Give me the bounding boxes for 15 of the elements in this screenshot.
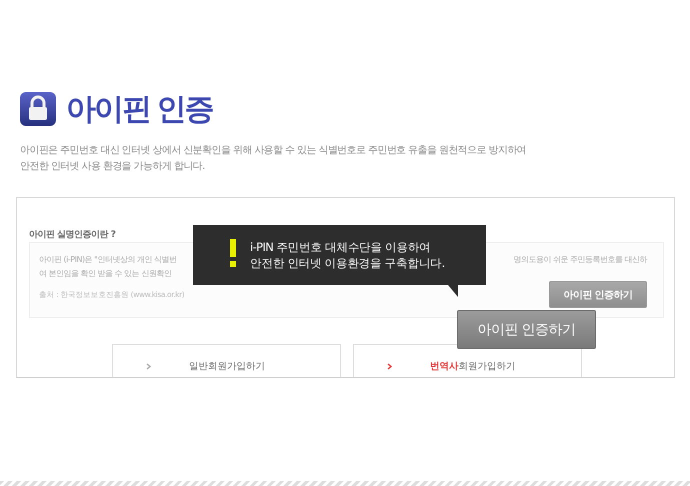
join-link[interactable]: 일반회원가입하기 [189, 360, 265, 372]
description-text: 안전한 인터넷 사용 환경을 가능하게 합니다. [20, 160, 206, 174]
ipin-auth-button[interactable]: 아이핀 인증하기 [457, 310, 596, 349]
info-text: 명의도용이 쉬운 주민등록번호를 대신하 [513, 254, 647, 266]
section-heading: 아이핀 실명인증이란 ? [29, 229, 116, 242]
join-card[interactable]: 일반회원가입하기 [112, 344, 341, 377]
description-text: 아이핀은 주민번호 대신 인터넷 상에서 신분확인을 위해 사용할 수 있는 식별번호로 주민번호 유출을 원천적으로 방지하여 [20, 144, 528, 158]
tooltip-text: i-PIN 주민번호 대체수단을 이용하여 [250, 239, 432, 255]
lock-icon [20, 92, 56, 126]
tooltip-text: 안전한 인터넷 이용환경을 구축합니다. [250, 255, 445, 271]
info-text: 아이핀 (i-PIN)은 "인터넷상의 개인 식별번 [39, 254, 176, 266]
join-link[interactable]: 번역사회원가입하기 [430, 360, 516, 372]
exclamation-icon [230, 239, 236, 267]
page-title: 아이핀 인증 [66, 92, 212, 128]
info-text: 여 본인임을 확인 받을 수 있는 신원확인 [39, 268, 172, 280]
